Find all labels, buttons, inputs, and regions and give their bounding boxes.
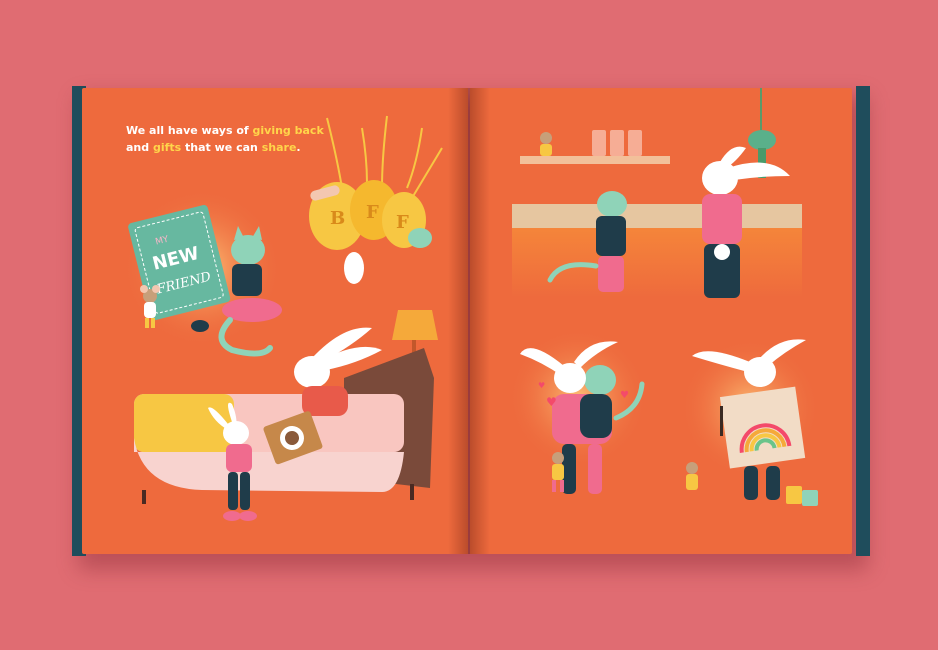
left-page-illustration: B F F MY NEW FRIEND [122,115,443,521]
bunny-paw [344,252,364,284]
bunny-at-sink [702,161,738,195]
caption-highlight-gifts: gifts [152,141,182,154]
glass-3 [628,130,642,156]
svg-text:♥: ♥ [538,381,545,390]
shelf [520,156,670,164]
svg-text:♥: ♥ [546,395,557,409]
cat-paw [408,228,432,248]
cover-edge-right [856,86,870,556]
right-page: ♥ ♥ ♥ [470,88,852,554]
page-caption: We all have ways of giving back and gift… [126,122,346,156]
caption-text-1: We all have ways of [126,124,253,137]
letter-f1: F [366,202,379,223]
caption-text-2: and [126,141,153,154]
caption-highlight-giving-back: giving back [252,124,324,137]
caption-highlight-share: share [261,141,297,154]
letter-f2: F [396,212,409,233]
hanging-plant [748,130,776,150]
right-page-illustration: ♥ ♥ ♥ [508,88,820,506]
cabinets [512,228,802,298]
paint-cans [786,486,818,506]
glass-2 [610,130,624,156]
caption-text-4: . [296,141,301,154]
countertop [512,204,802,228]
kitchen-scene [512,88,802,298]
cat-reaching [597,191,627,217]
mouse-painting-scene [686,462,698,490]
letter-b: B [330,208,345,229]
mouse-on-shelf [540,132,552,144]
glass-1 [592,130,606,156]
open-book: B F F MY NEW FRIEND We all have ways of … [70,82,870,570]
svg-text:♥: ♥ [620,390,629,401]
left-page: B F F MY NEW FRIEND We all have ways of … [82,88,468,554]
caption-text-3: that we can [181,141,262,154]
mouse-hug-scene [552,452,564,492]
